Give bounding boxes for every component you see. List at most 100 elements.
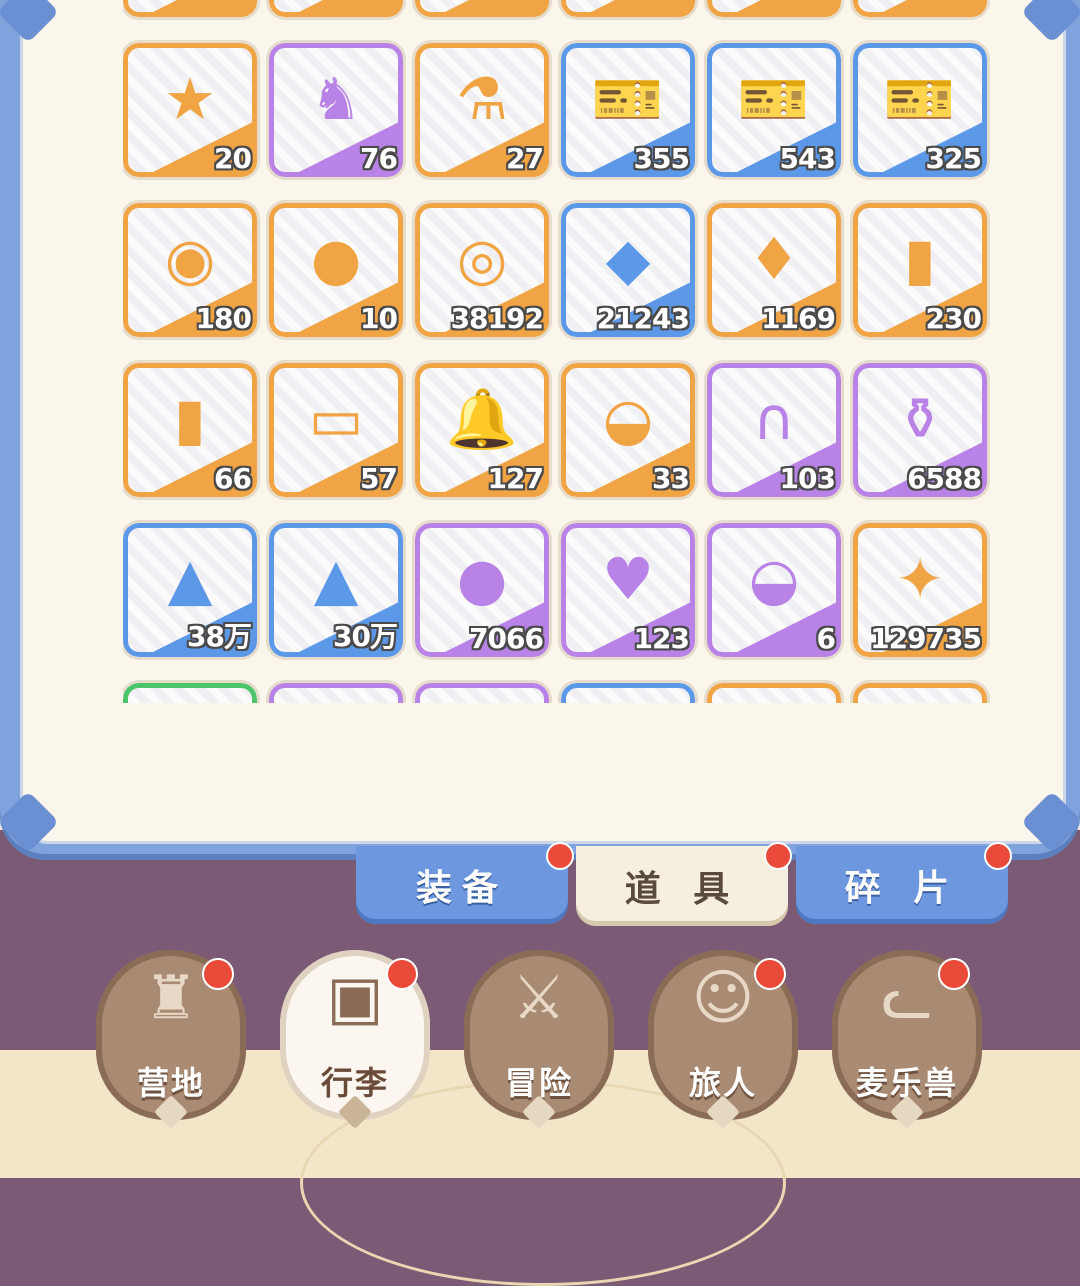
gold-crystal-icon: ★ (164, 65, 216, 133)
inventory-item-seed-sack[interactable]: ◒ 33 (561, 363, 695, 497)
nav-mailers-button[interactable]: ᓚ 麦乐兽 (832, 950, 982, 1129)
item-count: 66 (214, 462, 252, 495)
inventory-item-rune-orb[interactable]: ◎ 38192 (415, 203, 549, 337)
item-count: 355 (633, 142, 690, 175)
category-tabs: 装备 道 具 碎 片 (356, 842, 1016, 926)
inventory-panel: ★ 20 ♞ 76 ⚗ 27 🎫 355 🎫 543 🎫 325 ◉ 180 ● 10 ◎ 38192 ◆ 21243… (20, 0, 1066, 844)
item-count: 38万 (187, 620, 252, 653)
inventory-item-item-partial-4[interactable] (561, 0, 695, 17)
nav-camp-button[interactable]: ♜ 营地 (96, 950, 246, 1129)
nav-traveler-button[interactable]: ☺ 旅人 (648, 950, 798, 1129)
item-count: 30万 (333, 620, 398, 653)
inventory-item-cat-spoon[interactable]: ♥ 123 (561, 523, 695, 657)
horseshoe-icon: ∩ (752, 385, 796, 453)
item-count: 10 (360, 302, 398, 335)
nav-traveler-notification-dot (754, 958, 786, 990)
orb-icon: ◎ (456, 225, 508, 293)
inventory-item-seahorse-figurine[interactable]: ♞ 76 (269, 43, 403, 177)
item-count: 76 (360, 142, 398, 175)
inventory-scroll-area[interactable]: ★ 20 ♞ 76 ⚗ 27 🎫 355 🎫 543 🎫 325 ◉ 180 ● 10 ◎ 38192 ◆ 21243… (123, 0, 1003, 703)
ticket-icon: 🎫 (883, 65, 957, 133)
inventory-item-item-partial-6[interactable] (853, 0, 987, 17)
item-count: 38192 (450, 302, 544, 335)
item-count: 33 (652, 462, 690, 495)
paint-bottle-icon: ▮ (174, 385, 206, 453)
item-count: 57 (360, 462, 398, 495)
inventory-item-item-partial-1[interactable] (123, 0, 257, 17)
item-count: 27 (506, 142, 544, 175)
inventory-item-paw-cookie[interactable]: ● 7066 (415, 523, 549, 657)
bottom-navigation: ♜ 营地 ▣ 行李 ⚔ 冒险 ☺ 旅人 ᓚ 麦乐兽 (0, 940, 1080, 1140)
inventory-item-paw-flour-sack[interactable]: ◒ 6 (707, 523, 841, 657)
inventory-item-golden-horseshoe[interactable]: ∩ 103 (707, 363, 841, 497)
inventory-item-blue-gem[interactable]: ◆ 21243 (561, 203, 695, 337)
sand-pile-icon: ▲ (167, 545, 213, 613)
spoon-icon: ♥ (602, 545, 654, 613)
item-count: 543 (779, 142, 836, 175)
card-icon: ▭ (308, 385, 364, 453)
item-count: 129735 (870, 622, 982, 655)
ticket-icon: 🎫 (591, 65, 665, 133)
star-crystal-icon: ✦ (895, 545, 945, 613)
inventory-item-blue-potion[interactable]: ⚗ 27 (415, 43, 549, 177)
inventory-item-item-partial-12[interactable] (853, 683, 987, 703)
inventory-item-rainbow-paint-tube[interactable]: ▮ 230 (853, 203, 987, 337)
inventory-item-purple-pearl-sand[interactable]: ▲ 30万 (269, 523, 403, 657)
item-count: 7066 (469, 622, 544, 655)
inventory-item-item-partial-5[interactable] (707, 0, 841, 17)
inventory-item-ribbon-bell[interactable]: 🔔 127 (415, 363, 549, 497)
item-count: 20 (214, 142, 252, 175)
bell-ball-icon: ◉ (164, 225, 216, 293)
cookie-icon: ● (456, 545, 508, 613)
seahorse-icon: ♞ (310, 65, 362, 133)
nav-luggage-notification-dot (386, 958, 418, 990)
tab-equipment[interactable]: 装备 (356, 846, 568, 924)
item-slot-background (419, 687, 545, 703)
inventory-item-outfit-card[interactable]: ▭ 57 (269, 363, 403, 497)
tab-equipment-notification-dot (546, 842, 574, 870)
flour-sack-icon: ◒ (748, 545, 800, 613)
inventory-item-item-partial-9[interactable] (415, 683, 549, 703)
crossed-swords-icon: ⚔ (512, 963, 566, 1033)
tab-fragments[interactable]: 碎 片 (796, 846, 1008, 924)
inventory-item-item-partial-11[interactable] (707, 683, 841, 703)
inventory-item-bottled-creature[interactable]: ⚱ 6588 (853, 363, 987, 497)
inventory-item-item-partial-7[interactable] (123, 683, 257, 703)
item-count: 123 (633, 622, 690, 655)
item-slot-background (711, 687, 837, 703)
tab-equipment-label: 装备 (415, 868, 508, 909)
tab-items-notification-dot (764, 842, 792, 870)
sand-pile-icon: ▲ (313, 545, 359, 613)
item-count: 325 (925, 142, 982, 175)
inventory-item-item-partial-3[interactable] (415, 0, 549, 17)
item-count: 230 (925, 302, 982, 335)
gem-icon: ◆ (605, 225, 651, 293)
inventory-item-item-partial-2[interactable] (269, 0, 403, 17)
ticket-icon: 🎫 (737, 65, 811, 133)
item-count: 1169 (761, 302, 836, 335)
bell-icon: 🔔 (445, 385, 519, 453)
bottle-icon: ⚱ (895, 385, 945, 453)
item-slot-background (565, 687, 691, 703)
inventory-item-gold-ticket[interactable]: 🎫 325 (853, 43, 987, 177)
inventory-item-purple-ticket[interactable]: 🎫 543 (707, 43, 841, 177)
inventory-item-blue-pearl-sand[interactable]: ▲ 38万 (123, 523, 257, 657)
nav-luggage-button[interactable]: ▣ 行李 (280, 950, 430, 1129)
nav-mailers-notification-dot (938, 958, 970, 990)
tab-fragments-notification-dot (984, 842, 1012, 870)
inventory-item-item-partial-8[interactable] (269, 683, 403, 703)
nav-adventure-button[interactable]: ⚔ 冒险 (464, 950, 614, 1129)
item-slot-background (273, 687, 399, 703)
item-count: 180 (195, 302, 252, 335)
item-slot-background (857, 687, 983, 703)
tab-items[interactable]: 道 具 (576, 846, 788, 926)
inventory-item-ice-crystal[interactable]: ♦ 1169 (707, 203, 841, 337)
inventory-item-gold-crystal-ore[interactable]: ★ 20 (123, 43, 257, 177)
inventory-item-item-partial-10[interactable] (561, 683, 695, 703)
inventory-item-ornate-bell-ball[interactable]: ◉ 180 (123, 203, 257, 337)
inventory-item-blue-ticket[interactable]: 🎫 355 (561, 43, 695, 177)
inventory-item-rainbow-paint-splash[interactable]: ▮ 66 (123, 363, 257, 497)
inventory-item-star-crystal[interactable]: ✦ 129735 (853, 523, 987, 657)
crystal-icon: ♦ (748, 225, 800, 293)
inventory-item-cat-coin[interactable]: ● 10 (269, 203, 403, 337)
